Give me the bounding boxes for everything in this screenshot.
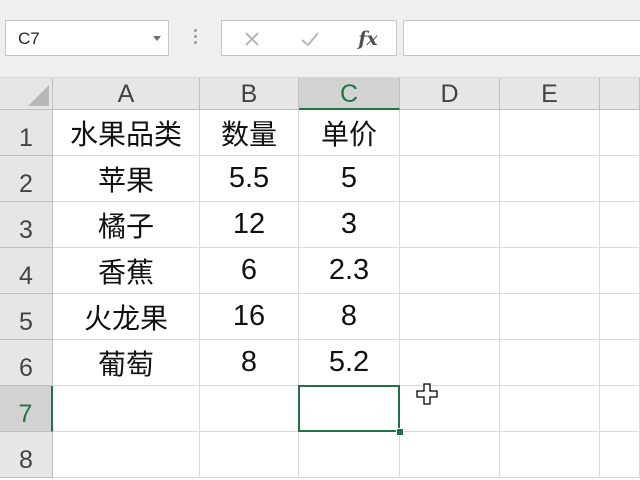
cell-overflow4[interactable] [600,248,640,294]
enter-button[interactable] [298,27,322,51]
column-header-a[interactable]: A [53,78,200,110]
cell-b8[interactable] [200,432,299,478]
row-header-2[interactable]: 2 [0,156,53,202]
row-header-8[interactable]: 8 [0,432,53,478]
column-header-d[interactable]: D [400,78,500,110]
cell-c2[interactable]: 5 [299,156,400,202]
cell-e2[interactable] [500,156,600,202]
select-all-button[interactable] [0,78,53,110]
cell-e1[interactable] [500,110,600,156]
cell-a4[interactable]: 香蕉 [53,248,200,294]
fill-handle[interactable] [396,428,404,436]
formula-input[interactable] [403,20,640,56]
cell-d4[interactable] [400,248,500,294]
cell-b1[interactable]: 数量 [200,110,299,156]
cell-a8[interactable] [53,432,200,478]
cell-c6[interactable]: 5.2 [299,340,400,386]
fx-icon: fx [358,28,378,50]
cell-b7[interactable] [200,386,299,432]
row-header-4[interactable]: 4 [0,248,53,294]
cell-b2[interactable]: 5.5 [200,156,299,202]
cell-c1[interactable]: 单价 [299,110,400,156]
cell-d5[interactable] [400,294,500,340]
cell-c5[interactable]: 8 [299,294,400,340]
cell-overflow6[interactable] [600,340,640,386]
cell-c7[interactable] [299,386,400,432]
cell-d1[interactable] [400,110,500,156]
name-box[interactable]: C7 [5,20,169,56]
cell-e4[interactable] [500,248,600,294]
cell-b6[interactable]: 8 [200,340,299,386]
cell-a1[interactable]: 水果品类 [53,110,200,156]
cell-overflow1[interactable] [600,110,640,156]
cell-a3[interactable]: 橘子 [53,202,200,248]
cell-c3[interactable]: 3 [299,202,400,248]
row-header-5[interactable]: 5 [0,294,53,340]
column-header-c[interactable]: C [299,78,400,110]
cell-d6[interactable] [400,340,500,386]
cell-e8[interactable] [500,432,600,478]
worksheet-grid: ABCDE 12345678 水果品类 数量 单价 苹果 5.5 5 橘子 12 3 香蕉 6 2.3… [0,78,640,480]
cell-d2[interactable] [400,156,500,202]
cell-a5[interactable]: 火龙果 [53,294,200,340]
cell-overflow8[interactable] [600,432,640,478]
row-header-1[interactable]: 1 [0,110,53,156]
row-header-3[interactable]: 3 [0,202,53,248]
formula-bar: C7 fx [0,0,640,77]
row-header-7[interactable]: 7 [0,386,53,432]
cell-e6[interactable] [500,340,600,386]
insert-function-button[interactable]: fx [356,27,380,51]
crosshair-cursor-icon [416,383,438,405]
cell-e5[interactable] [500,294,600,340]
cell-overflow2[interactable] [600,156,640,202]
cell-overflow7[interactable] [600,386,640,432]
cell-b4[interactable]: 6 [200,248,299,294]
formula-buttons: fx [221,20,397,56]
cell-d8[interactable] [400,432,500,478]
cell-overflow5[interactable] [600,294,640,340]
column-header-overflow[interactable] [600,78,640,110]
cancel-button[interactable] [240,27,264,51]
cell-e7[interactable] [500,386,600,432]
column-header-b[interactable]: B [200,78,299,110]
check-icon [301,32,319,47]
cell-d7[interactable] [400,386,500,432]
row-header-6[interactable]: 6 [0,340,53,386]
column-header-e[interactable]: E [500,78,600,110]
cell-e3[interactable] [500,202,600,248]
cell-c8[interactable] [299,432,400,478]
name-box-value: C7 [18,29,40,48]
cell-c4[interactable]: 2.3 [299,248,400,294]
select-all-triangle-icon [28,85,49,106]
cell-a6[interactable]: 葡萄 [53,340,200,386]
cell-b3[interactable]: 12 [200,202,299,248]
x-icon [245,32,259,46]
cell-a7[interactable] [53,386,200,432]
formula-bar-grip-icon[interactable] [194,29,197,47]
cell-overflow3[interactable] [600,202,640,248]
cell-d3[interactable] [400,202,500,248]
chevron-down-icon[interactable] [153,36,161,41]
cell-a2[interactable]: 苹果 [53,156,200,202]
cell-b5[interactable]: 16 [200,294,299,340]
